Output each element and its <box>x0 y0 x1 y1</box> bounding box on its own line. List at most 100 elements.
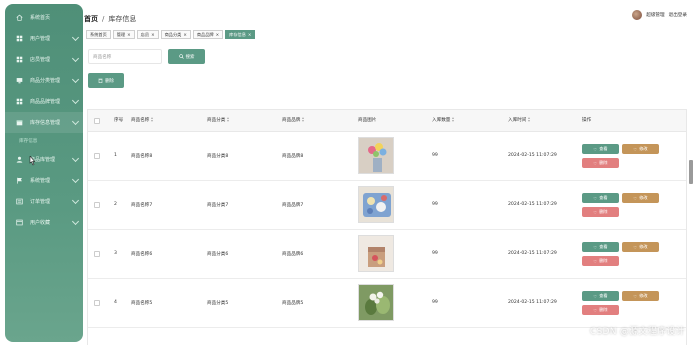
heart-icon: ♡ <box>633 195 638 201</box>
tab-4[interactable]: 商品品牌 × <box>192 30 224 39</box>
row-checkbox[interactable] <box>94 251 100 257</box>
grid-icon <box>15 56 23 64</box>
batch-delete-label: 删除 <box>105 78 114 84</box>
sidebar-item-4[interactable]: 商品品牌管理 <box>5 91 83 112</box>
header-category[interactable]: 商品分类 <box>207 117 230 123</box>
tab-3[interactable]: 商品分类 × <box>160 30 191 39</box>
row-index: 4 <box>114 300 117 305</box>
header-name-label: 商品名称 <box>131 118 150 123</box>
tab-5[interactable]: 库存信息 × <box>225 30 256 39</box>
sort-icon[interactable] <box>302 117 305 122</box>
tab-2[interactable]: 店员 × <box>136 30 159 39</box>
header-qty[interactable]: 入库数量 <box>432 117 455 123</box>
row-time: 2024-02-15 11:07:29 <box>508 153 557 158</box>
edit-button[interactable]: ♡ 修改 <box>622 193 659 203</box>
row-category: 商品分类6 <box>207 252 229 257</box>
row-name: 商品名称7 <box>131 203 153 208</box>
scrollbar-thumb[interactable] <box>689 160 693 184</box>
sidebar-item-3[interactable]: 商品分类管理 <box>5 70 83 91</box>
close-icon[interactable]: × <box>183 32 187 37</box>
view-button-label: 查看 <box>599 195 608 200</box>
mouse-cursor-icon <box>29 156 36 166</box>
header-time[interactable]: 入库时间 <box>508 117 531 123</box>
chevron-down-icon <box>71 175 80 183</box>
sidebar-item-5[interactable]: 库存信息管理 <box>5 112 83 133</box>
avatar[interactable] <box>632 10 643 20</box>
header-brand[interactable]: 商品品牌 <box>282 117 305 123</box>
delete-button-label: 删除 <box>599 209 608 214</box>
row-time: 2024-02-15 11:07:29 <box>508 300 557 305</box>
sidebar-item-0[interactable]: 系统首页 <box>5 7 83 28</box>
sort-icon[interactable] <box>227 117 230 122</box>
row-qty: 99 <box>432 153 438 158</box>
row-checkbox[interactable] <box>94 300 100 306</box>
row-time: 2024-02-15 11:07:29 <box>508 202 557 207</box>
sidebar-item-after-3[interactable]: 用户收藏 <box>5 212 83 233</box>
chevron-down-icon <box>71 117 80 125</box>
sort-icon[interactable] <box>528 117 531 122</box>
sidebar-item-label: 用户管理 <box>30 36 51 42</box>
search-row: 商品名称 搜索 <box>88 49 205 64</box>
tab-1[interactable]: 管理 × <box>112 30 135 39</box>
header-brand-label: 商品品牌 <box>282 118 301 123</box>
view-button[interactable]: ♡ 查看 <box>582 193 619 203</box>
product-image[interactable] <box>358 186 394 223</box>
close-icon[interactable]: × <box>127 32 131 37</box>
edit-button[interactable]: ♡ 修改 <box>622 291 659 301</box>
row-checkbox[interactable] <box>94 202 100 208</box>
sort-icon[interactable] <box>452 117 455 122</box>
flag-icon <box>15 177 23 185</box>
view-button[interactable]: ♡ 查看 <box>582 242 619 252</box>
table-row: 1 商品名称8 商品分类8 商品品牌8 99 2024-02-15 11:07:29 ♡ 查看… <box>88 132 686 181</box>
tab-0[interactable]: 系统首页 <box>86 30 111 39</box>
close-icon[interactable]: × <box>248 32 252 37</box>
sort-icon[interactable] <box>151 117 154 122</box>
close-icon[interactable]: × <box>151 32 155 37</box>
view-button[interactable]: ♡ 查看 <box>582 291 619 301</box>
chevron-down-icon <box>71 96 80 104</box>
header-name[interactable]: 商品名称 <box>131 117 154 123</box>
view-button[interactable]: ♡ 查看 <box>582 144 619 154</box>
product-image[interactable] <box>358 235 394 272</box>
row-checkbox[interactable] <box>94 153 100 159</box>
sidebar-item-label: 用户收藏 <box>30 220 51 226</box>
close-icon[interactable]: × <box>216 32 220 37</box>
delete-button[interactable]: ♡ 删除 <box>582 256 619 266</box>
heart-icon: ♡ <box>633 146 638 152</box>
product-image[interactable] <box>358 284 394 321</box>
row-qty: 99 <box>432 300 438 305</box>
delete-button-label: 删除 <box>599 160 608 165</box>
row-brand: 商品品牌7 <box>282 203 304 208</box>
sidebar-item-2[interactable]: 店员管理 <box>5 49 83 70</box>
logout-link[interactable]: 退出登录 <box>669 12 687 18</box>
chevron-down-icon <box>71 33 80 41</box>
edit-button[interactable]: ♡ 修改 <box>622 242 659 252</box>
batch-delete-button[interactable]: 删除 <box>88 73 124 88</box>
heart-icon: ♡ <box>593 209 598 215</box>
view-button-label: 查看 <box>599 293 608 298</box>
delete-button-label: 删除 <box>599 258 608 263</box>
delete-button[interactable]: ♡ 删除 <box>582 158 619 168</box>
edit-button[interactable]: ♡ 修改 <box>622 144 659 154</box>
delete-button[interactable]: ♡ 删除 <box>582 305 619 315</box>
delete-icon <box>98 78 103 83</box>
table-row: 3 商品名称6 商品分类6 商品品牌6 99 2024-02-15 11:07:29 ♡ 查看… <box>88 230 686 279</box>
sidebar-item-after-2[interactable]: 订单管理 <box>5 191 83 212</box>
delete-button[interactable]: ♡ 删除 <box>582 207 619 217</box>
page: 系统首页 用户管理 店员管理 商品分类管理 商品品牌管理 库存信息管理 库存信息 商品库管理系… <box>0 0 693 345</box>
sidebar-item-1[interactable]: 用户管理 <box>5 28 83 49</box>
table-header: 序号 商品名称 商品分类 商品品牌 商品图片 入库数量 入库时间 操作 <box>88 110 686 132</box>
search-input[interactable]: 商品名称 <box>88 49 162 64</box>
heart-icon: ♡ <box>633 293 638 299</box>
sidebar-subitem-inventory[interactable]: 库存信息 <box>5 133 83 149</box>
heart-icon: ♡ <box>593 195 598 201</box>
product-image[interactable] <box>358 137 394 174</box>
sidebar-item-after-1[interactable]: 系统管理 <box>5 170 83 191</box>
breadcrumb-home[interactable]: 首页 <box>84 15 98 23</box>
search-button[interactable]: 搜索 <box>168 49 205 64</box>
select-all-checkbox[interactable] <box>94 118 100 124</box>
edit-button-label: 修改 <box>639 293 648 298</box>
breadcrumb: 首页 / 库存信息 <box>84 14 136 24</box>
sidebar-item-after-0[interactable]: 商品库管理 <box>5 149 83 170</box>
top-bar: 首页 / 库存信息 超级管理 退出登录 <box>83 10 693 30</box>
